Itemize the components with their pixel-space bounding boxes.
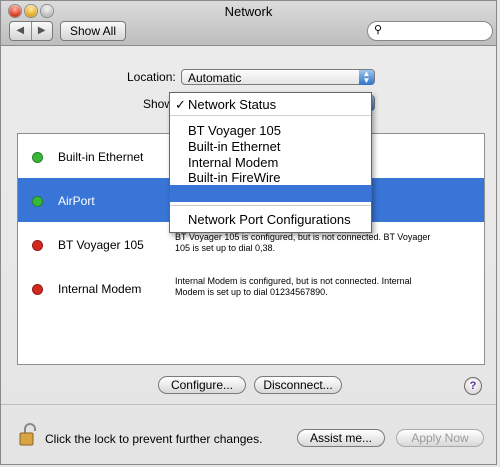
back-forward-control[interactable]: ◀ ▶ bbox=[9, 21, 53, 41]
desc-line: BT Voyager 105 is configured, but is not… bbox=[175, 232, 431, 242]
lock-icon[interactable] bbox=[17, 423, 41, 447]
location-label: Location: bbox=[127, 70, 176, 84]
apply-now-button: Apply Now bbox=[396, 429, 484, 447]
menu-item-internal-modem[interactable]: Internal Modem bbox=[188, 155, 278, 170]
port-name: AirPort bbox=[58, 194, 95, 208]
menu-item-port-configurations[interactable]: Network Port Configurations bbox=[188, 212, 351, 227]
menu-separator bbox=[170, 115, 371, 116]
show-all-button[interactable]: Show All bbox=[60, 21, 126, 41]
assist-me-button[interactable]: Assist me... bbox=[297, 429, 385, 447]
menu-item-network-status[interactable]: Network Status bbox=[188, 97, 276, 112]
port-name: BT Voyager 105 bbox=[58, 238, 144, 252]
back-arrow-icon[interactable]: ◀ bbox=[10, 22, 32, 40]
toolbar: Network ◀ ▶ Show All ⚲ bbox=[1, 1, 496, 46]
location-value: Automatic bbox=[188, 71, 242, 85]
show-menu[interactable]: ✓ Network Status BT Voyager 105 Built-in… bbox=[169, 92, 372, 233]
divider bbox=[1, 404, 496, 405]
location-popup[interactable]: Automatic ▲ ▼ bbox=[181, 69, 375, 85]
port-description: BT Voyager 105 is configured, but is not… bbox=[175, 232, 475, 254]
desc-line: 105 is set up to dial 0,38. bbox=[175, 243, 276, 253]
forward-arrow-icon[interactable]: ▶ bbox=[32, 22, 53, 40]
menu-item-built-in-ethernet[interactable]: Built-in Ethernet bbox=[188, 139, 281, 154]
menu-separator bbox=[170, 205, 371, 206]
disconnect-button[interactable]: Disconnect... bbox=[254, 376, 342, 394]
port-name: Built-in Ethernet bbox=[58, 150, 144, 164]
help-button[interactable]: ? bbox=[464, 377, 482, 395]
menu-item-bt-voyager[interactable]: BT Voyager 105 bbox=[188, 123, 281, 138]
configure-button[interactable]: Configure... bbox=[158, 376, 246, 394]
port-name: Internal Modem bbox=[58, 282, 142, 296]
search-field[interactable]: ⚲ bbox=[367, 21, 493, 41]
desc-line: Internal Modem is configured, but is not… bbox=[175, 276, 412, 286]
list-item[interactable]: Internal Modem Internal Modem is configu… bbox=[18, 266, 484, 310]
lock-message: Click the lock to prevent further change… bbox=[45, 432, 263, 446]
window-title: Network bbox=[224, 4, 273, 19]
desc-line: Modem is set up to dial 01234567890. bbox=[175, 287, 328, 297]
status-green-icon bbox=[32, 196, 43, 207]
status-red-icon bbox=[32, 284, 43, 295]
menu-item-built-in-firewire[interactable]: Built-in FireWire bbox=[188, 170, 280, 185]
popup-arrows-icon: ▲▼ bbox=[359, 70, 374, 85]
network-window: Network ◀ ▶ Show All ⚲ Location: Automat… bbox=[0, 0, 497, 465]
status-green-icon bbox=[32, 152, 43, 163]
checkmark-icon: ✓ bbox=[175, 97, 186, 112]
port-description: Internal Modem is configured, but is not… bbox=[175, 276, 475, 298]
search-icon: ⚲ bbox=[374, 24, 383, 36]
menu-highlight[interactable] bbox=[170, 185, 371, 202]
status-red-icon bbox=[32, 240, 43, 251]
